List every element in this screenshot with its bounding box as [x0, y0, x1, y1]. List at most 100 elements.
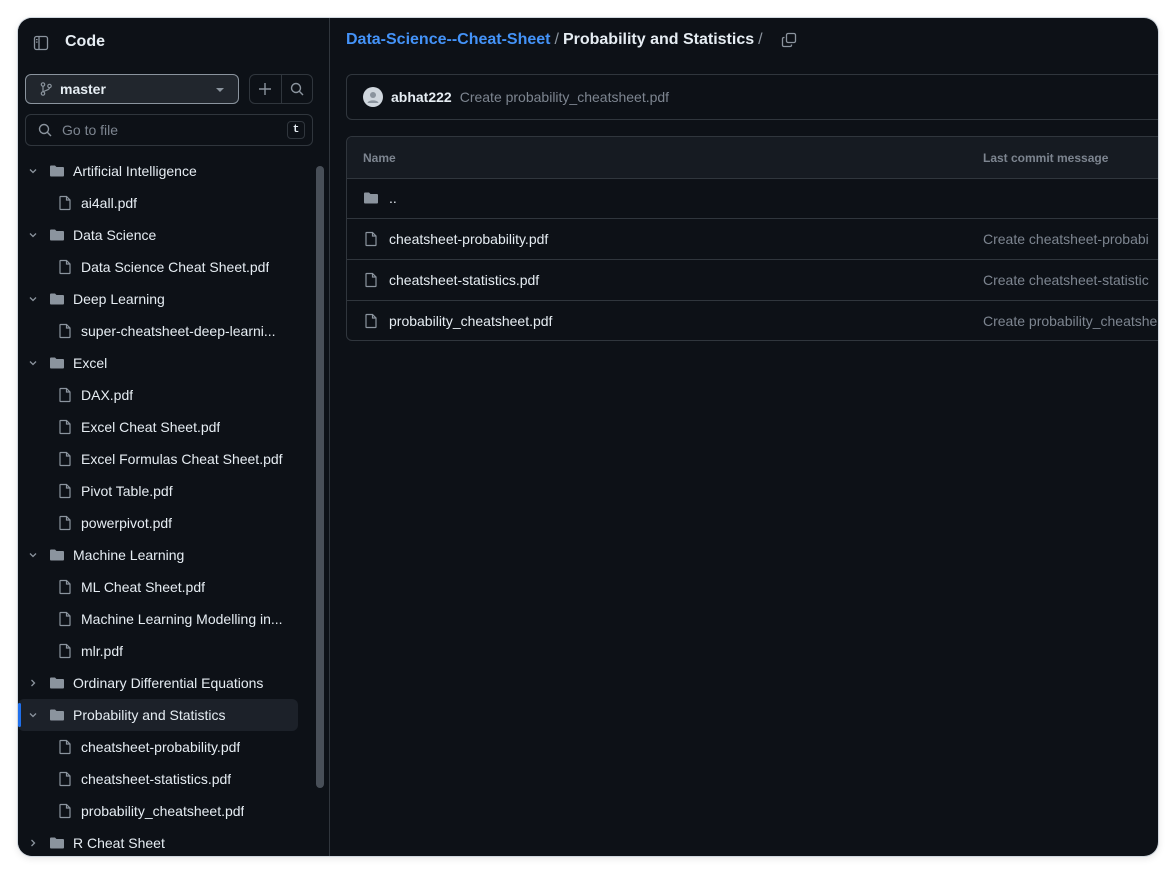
column-header-name: Name: [363, 151, 396, 165]
sidebar-header: Code: [18, 18, 329, 68]
commit-message-link[interactable]: Create cheatsheet-statistic: [983, 272, 1149, 288]
file-icon: [365, 272, 377, 288]
tree-folder-label: R Cheat Sheet: [73, 835, 165, 851]
tree-file-label: Pivot Table.pdf: [81, 483, 173, 499]
table-row[interactable]: cheatsheet-statistics.pdf Create cheatshe…: [347, 260, 1158, 301]
folder-icon: [50, 229, 64, 241]
file-icon: [59, 515, 71, 531]
tree-folder[interactable]: R Cheat Sheet: [18, 827, 298, 856]
breadcrumb-current: Probability and Statistics: [562, 31, 755, 48]
search-icon: [290, 82, 304, 96]
tree-file-label: powerpivot.pdf: [81, 515, 173, 531]
tree-file-label: Data Science Cheat Sheet.pdf: [81, 259, 270, 275]
tree-file-label: Excel Cheat Sheet.pdf: [81, 419, 221, 435]
file-icon: [365, 313, 377, 329]
tree-file[interactable]: Machine Learning Modelling in...: [18, 603, 298, 635]
tree-file-label: cheatsheet-probability.pdf: [81, 739, 241, 755]
tree-file[interactable]: powerpivot.pdf: [18, 507, 298, 539]
chevron-down-icon[interactable]: [27, 165, 39, 177]
tree-file[interactable]: Excel Formulas Cheat Sheet.pdf: [18, 443, 298, 475]
commit-message-link[interactable]: Create probability_cheatsheet.pdf: [460, 89, 669, 105]
folder-icon: [50, 293, 64, 305]
latest-commit-box: abhat222 Create probability_cheatsheet.p…: [346, 74, 1158, 120]
copy-path-button[interactable]: [781, 31, 799, 49]
parent-directory-row[interactable]: ..: [347, 178, 1158, 219]
chevron-down-icon[interactable]: [27, 549, 39, 561]
keyboard-shortcut-hint: t: [287, 121, 305, 139]
folder-icon: [364, 192, 378, 204]
breadcrumb-repo-link[interactable]: Data-Science--Cheat-Sheet: [346, 31, 551, 49]
tree-folder[interactable]: Data Science: [18, 219, 298, 251]
branch-name: master: [60, 81, 106, 97]
column-header-last-commit: Last commit message: [983, 151, 1109, 165]
tree-folder[interactable]: Probability and Statistics: [18, 699, 298, 731]
table-row[interactable]: probability_cheatsheet.pdf Create probabi…: [347, 301, 1158, 340]
commit-message-link[interactable]: Create probability_cheatshe: [983, 313, 1157, 329]
chevron-down-icon[interactable]: [27, 293, 39, 305]
chevron-down-icon[interactable]: [27, 709, 39, 721]
file-icon: [59, 579, 71, 595]
file-icon: [59, 611, 71, 627]
tree-file[interactable]: Excel Cheat Sheet.pdf: [18, 411, 298, 443]
folder-icon: [50, 709, 64, 721]
commit-message-link[interactable]: Create cheatsheet-probabi: [983, 231, 1149, 247]
folder-icon: [50, 837, 64, 849]
git-branch-icon: [38, 81, 54, 97]
app-window: Code master Go to file t Artificial Inte…: [18, 18, 1158, 856]
folder-icon: [50, 549, 64, 561]
tree-folder[interactable]: Excel: [18, 347, 298, 379]
chevron-right-icon[interactable]: [27, 837, 39, 849]
commit-author-link[interactable]: abhat222: [391, 89, 452, 105]
file-icon: [59, 803, 71, 819]
tree-file[interactable]: probability_cheatsheet.pdf: [18, 795, 298, 827]
file-name-link[interactable]: cheatsheet-probability.pdf: [389, 231, 548, 247]
tree-file[interactable]: super-cheatsheet-deep-learni...: [18, 315, 298, 347]
tree-file-label: Excel Formulas Cheat Sheet.pdf: [81, 451, 283, 467]
tree-folder-label: Excel: [73, 355, 108, 371]
tree-folder[interactable]: Artificial Intelligence: [18, 158, 298, 187]
folder-icon: [50, 357, 64, 369]
file-tree-sidebar: Code master Go to file t Artificial Inte…: [18, 18, 330, 856]
sidebar-actions: [249, 74, 313, 104]
table-row[interactable]: cheatsheet-probability.pdf Create cheatsh…: [347, 219, 1158, 260]
search-icon: [38, 122, 54, 138]
tree-file-label: mlr.pdf: [81, 643, 124, 659]
tree-file[interactable]: DAX.pdf: [18, 379, 298, 411]
tree-file[interactable]: ai4all.pdf: [18, 187, 298, 219]
tree-folder[interactable]: Machine Learning: [18, 539, 298, 571]
file-name-link[interactable]: cheatsheet-statistics.pdf: [389, 272, 539, 288]
parent-directory-link[interactable]: ..: [389, 190, 397, 206]
tree-file-label: super-cheatsheet-deep-learni...: [81, 323, 276, 339]
collapse-sidebar-button[interactable]: [28, 30, 54, 56]
tree-folder-label: Ordinary Differential Equations: [73, 675, 264, 691]
branch-selector[interactable]: master: [25, 74, 239, 104]
tree-file[interactable]: mlr.pdf: [18, 635, 298, 667]
tree-file-label: Machine Learning Modelling in...: [81, 611, 283, 627]
tree-file-label: ML Cheat Sheet.pdf: [81, 579, 206, 595]
go-to-file-input[interactable]: [60, 121, 284, 139]
search-code-button[interactable]: [280, 75, 313, 103]
tree-file[interactable]: Pivot Table.pdf: [18, 475, 298, 507]
chevron-down-icon: [216, 88, 224, 92]
file-icon: [59, 739, 71, 755]
tree-folder[interactable]: Deep Learning: [18, 283, 298, 315]
chevron-right-icon[interactable]: [27, 677, 39, 689]
tree-folder[interactable]: Ordinary Differential Equations: [18, 667, 298, 699]
chevron-down-icon[interactable]: [27, 357, 39, 369]
tree-file[interactable]: cheatsheet-probability.pdf: [18, 731, 298, 763]
tree-file-label: DAX.pdf: [81, 387, 134, 403]
tree-file-label: probability_cheatsheet.pdf: [81, 803, 245, 819]
chevron-down-icon[interactable]: [27, 229, 39, 241]
avatar[interactable]: [363, 87, 383, 107]
sidebar-scrollbar[interactable]: [316, 166, 324, 788]
tree-file[interactable]: cheatsheet-statistics.pdf: [18, 763, 298, 795]
sidebar-panel-icon: [33, 35, 49, 51]
file-icon: [59, 771, 71, 787]
add-file-button[interactable]: [250, 75, 281, 103]
go-to-file-field: t: [25, 114, 313, 146]
file-icon: [59, 387, 71, 403]
tree-file[interactable]: Data Science Cheat Sheet.pdf: [18, 251, 298, 283]
file-name-link[interactable]: probability_cheatsheet.pdf: [389, 313, 552, 329]
tree-file[interactable]: ML Cheat Sheet.pdf: [18, 571, 298, 603]
tree-file-label: ai4all.pdf: [81, 195, 138, 211]
